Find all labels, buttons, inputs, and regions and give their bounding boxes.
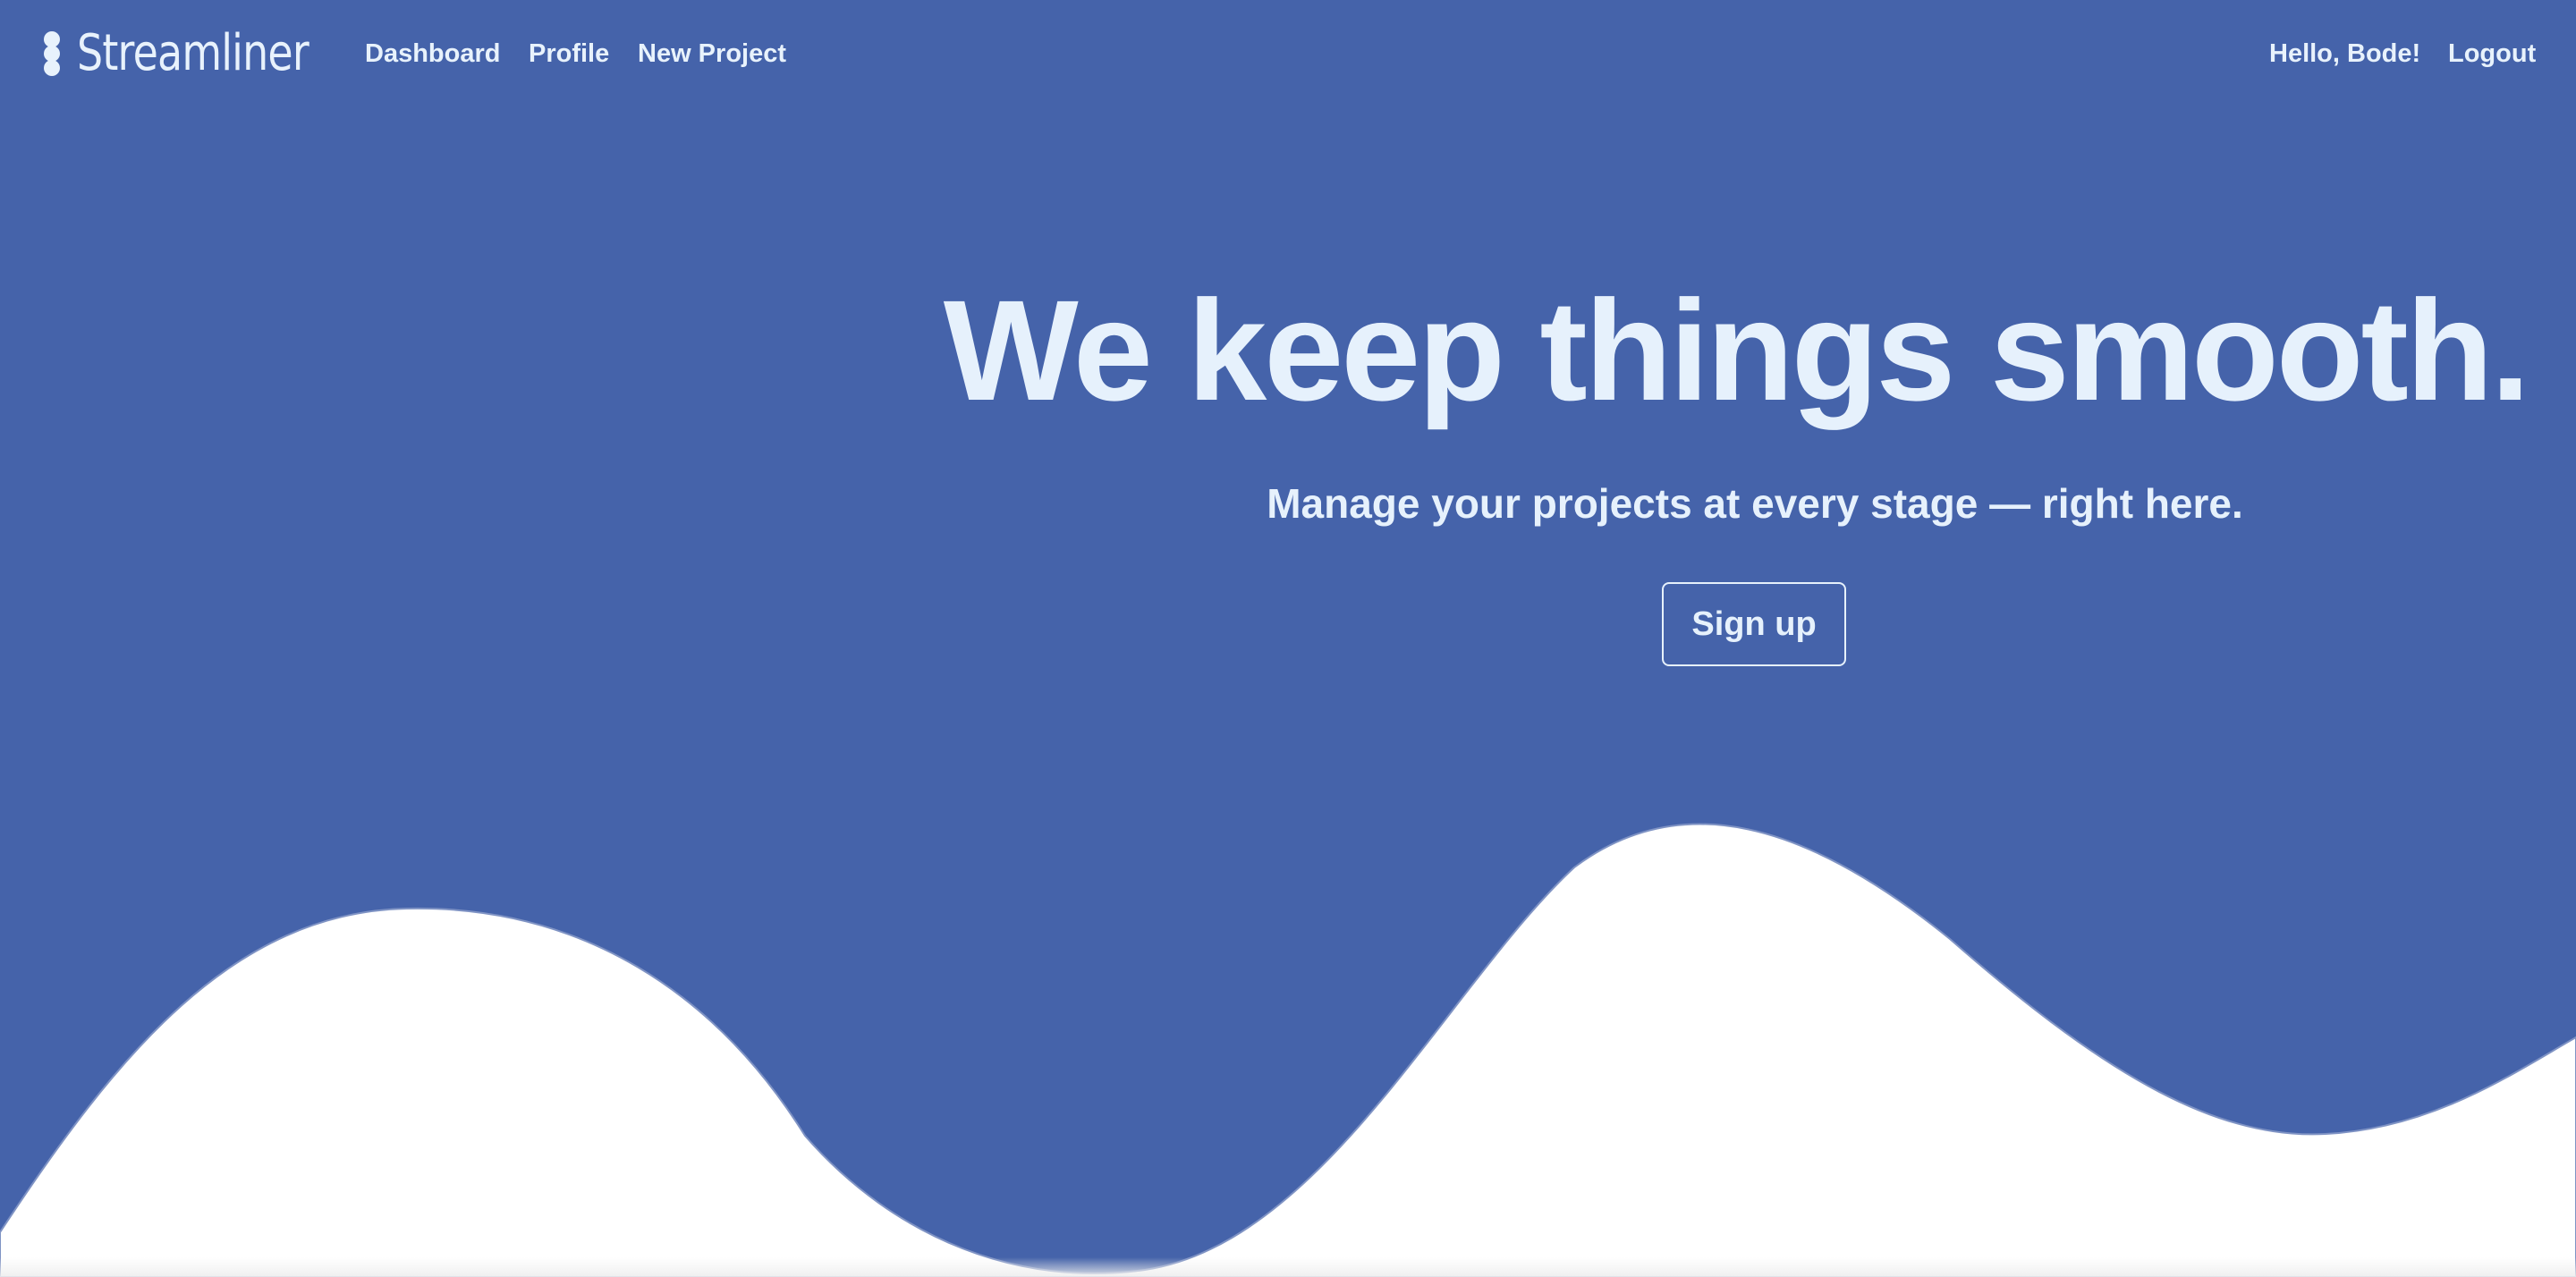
nav-link-new-project[interactable]: New Project bbox=[638, 39, 786, 69]
hero-wave-background bbox=[0, 0, 2576, 1277]
three-dots-vertical-icon bbox=[43, 26, 63, 80]
top-navbar: Streamliner Dashboard Profile New Projec… bbox=[0, 0, 2576, 114]
hero-title: We keep things smooth. bbox=[943, 270, 2530, 430]
sign-up-button[interactable]: Sign up bbox=[1662, 582, 1846, 666]
brand-link[interactable]: Streamliner bbox=[43, 21, 360, 84]
logout-link[interactable]: Logout bbox=[2448, 39, 2536, 69]
hero-section: Streamliner Dashboard Profile New Projec… bbox=[0, 0, 2576, 1277]
user-greeting: Hello, Bode! bbox=[2269, 39, 2421, 68]
nav-link-dashboard[interactable]: Dashboard bbox=[365, 39, 500, 69]
bottom-fade bbox=[0, 1257, 2576, 1277]
nav-link-profile[interactable]: Profile bbox=[529, 39, 609, 69]
hero-subtitle: Manage your projects at every stage — ri… bbox=[1267, 480, 2243, 527]
brand-name: Streamliner bbox=[77, 23, 309, 82]
